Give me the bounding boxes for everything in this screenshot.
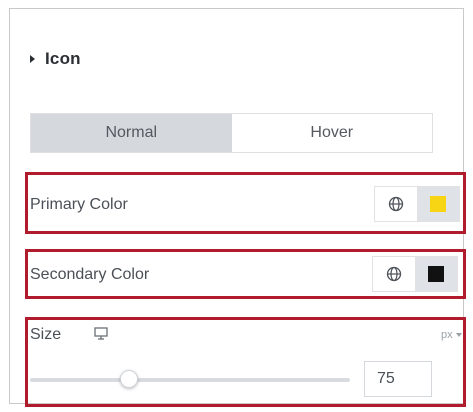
section-header-icon[interactable]: Icon bbox=[30, 44, 81, 74]
globe-icon bbox=[386, 266, 401, 282]
primary-color-control bbox=[374, 186, 460, 222]
secondary-color-swatch bbox=[428, 266, 445, 282]
desktop-icon[interactable] bbox=[94, 327, 108, 340]
global-colors-button[interactable] bbox=[373, 257, 416, 291]
section-title: Icon bbox=[45, 49, 81, 68]
primary-color-swatch bbox=[430, 196, 447, 212]
tab-hover[interactable]: Hover bbox=[232, 114, 433, 152]
globe-icon bbox=[388, 196, 403, 212]
unit-label: px bbox=[441, 329, 453, 341]
caret-right-icon bbox=[30, 55, 35, 63]
size-label: Size bbox=[30, 326, 62, 343]
unit-selector[interactable]: px bbox=[441, 329, 462, 341]
size-slider-handle[interactable] bbox=[119, 370, 138, 388]
chevron-down-icon bbox=[455, 333, 462, 337]
size-slider-track[interactable] bbox=[30, 378, 350, 382]
state-tabs: Normal Hover bbox=[30, 113, 433, 153]
global-colors-button[interactable] bbox=[375, 187, 418, 221]
secondary-color-label: Secondary Color bbox=[30, 266, 150, 283]
secondary-color-swatch-button[interactable] bbox=[415, 257, 457, 291]
primary-color-label: Primary Color bbox=[30, 196, 128, 213]
tab-normal[interactable]: Normal bbox=[31, 114, 232, 152]
size-number-input[interactable]: 75 bbox=[364, 361, 432, 397]
secondary-color-control bbox=[372, 256, 458, 292]
primary-color-swatch-button[interactable] bbox=[417, 187, 459, 221]
